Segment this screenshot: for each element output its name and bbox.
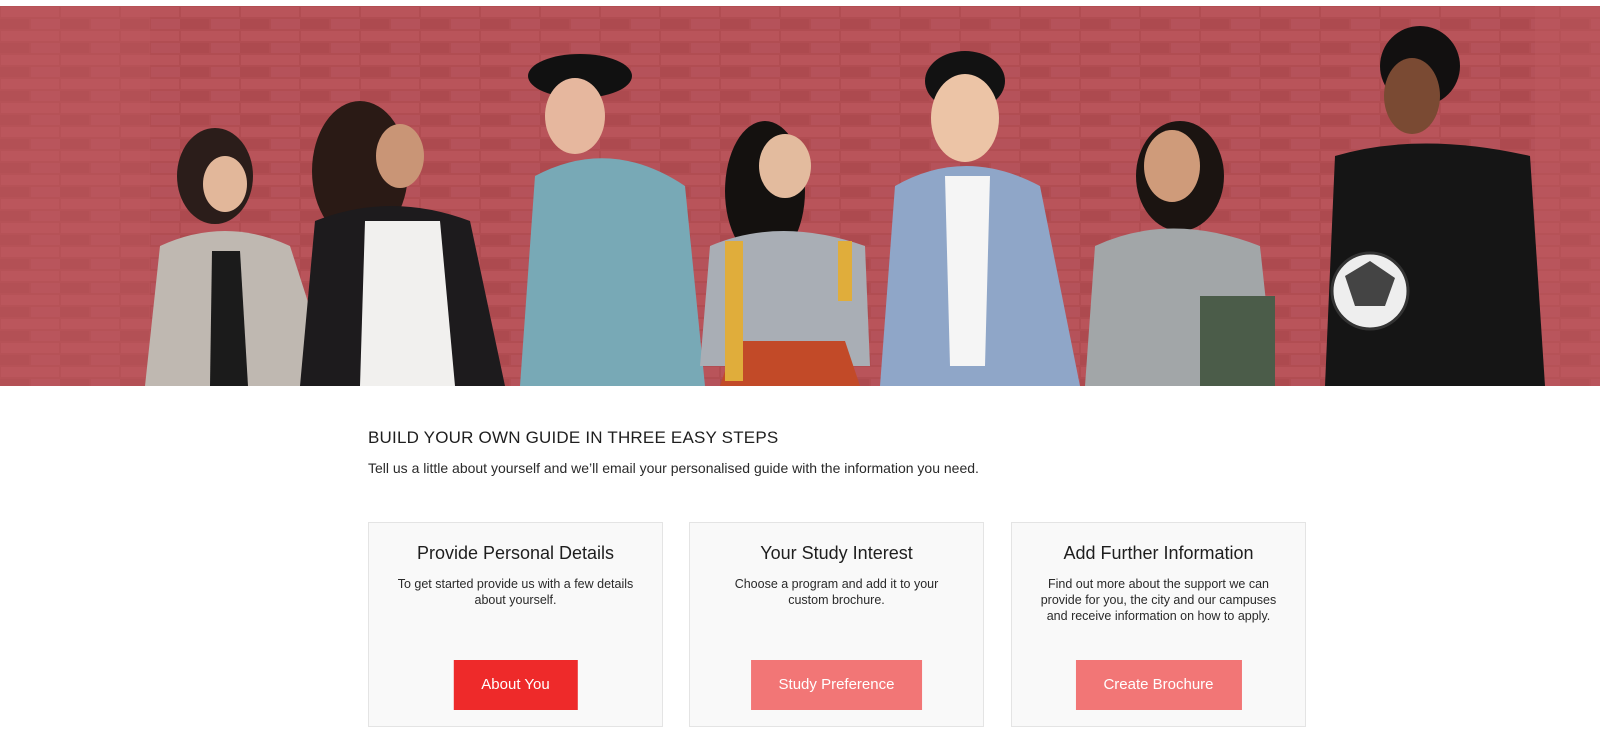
step-title: Provide Personal Details	[416, 543, 615, 563]
steps-grid: Provide Personal Details To get started …	[368, 522, 1308, 729]
step-description: Find out more about the support we can p…	[1040, 577, 1277, 623]
intro-section: BUILD YOUR OWN GUIDE IN THREE EASY STEPS…	[368, 428, 1268, 476]
step-card-further-information: Add Further Information Find out more ab…	[1011, 522, 1306, 727]
group-of-students-photo-icon	[0, 6, 1600, 386]
page-title: BUILD YOUR OWN GUIDE IN THREE EASY STEPS	[368, 428, 779, 447]
step-card-study-interest: Your Study Interest Choose a program and…	[689, 522, 984, 727]
about-you-button[interactable]: About You	[453, 660, 578, 710]
step-title: Add Further Information	[1063, 543, 1254, 563]
page-subtitle: Tell us a little about yourself and we’l…	[368, 460, 979, 476]
step-description: To get started provide us with a few det…	[397, 577, 634, 607]
study-preference-button[interactable]: Study Preference	[750, 660, 923, 710]
step-title: Your Study Interest	[760, 543, 913, 563]
create-brochure-button[interactable]: Create Brochure	[1075, 660, 1242, 710]
step-description: Choose a program and add it to your cust…	[734, 577, 939, 607]
step-card-personal-details: Provide Personal Details To get started …	[368, 522, 663, 727]
hero-banner	[0, 6, 1600, 386]
